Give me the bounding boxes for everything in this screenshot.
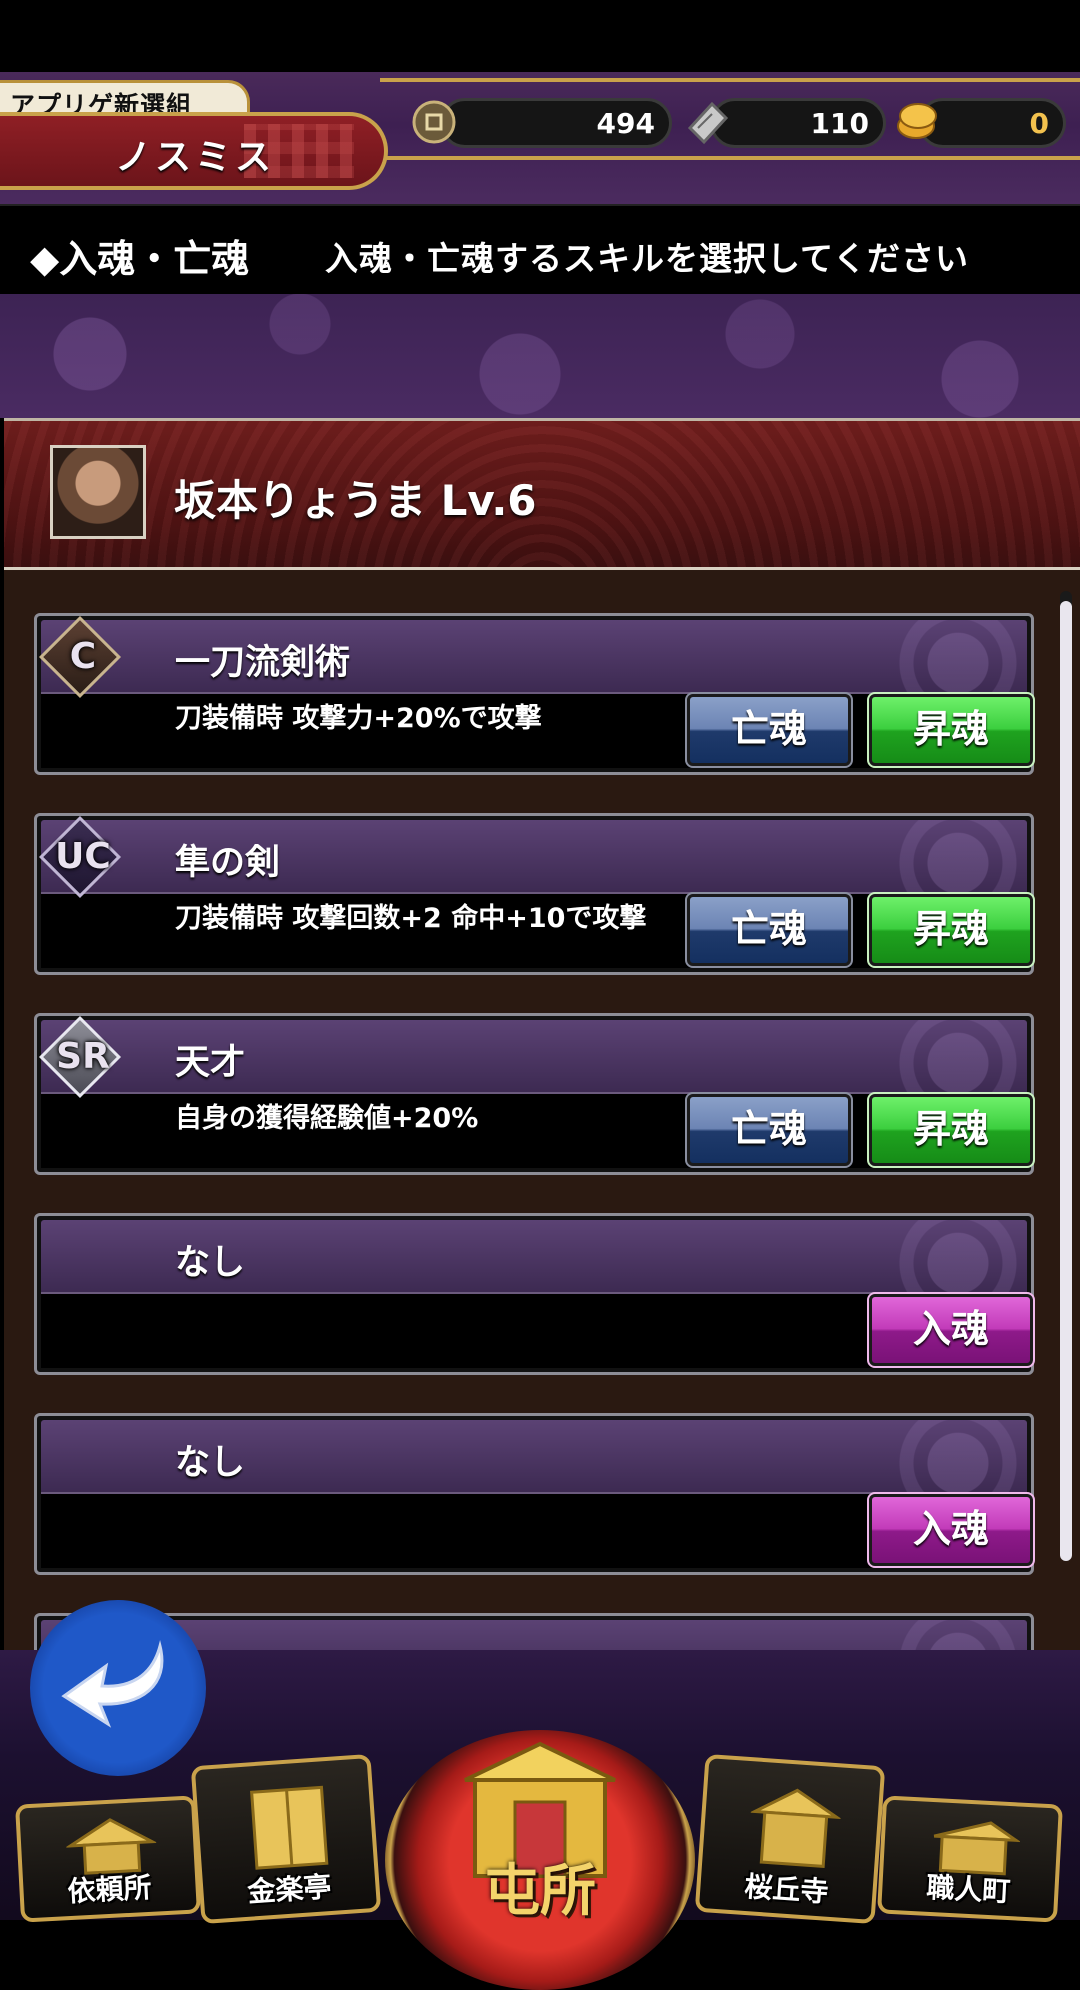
skill-list[interactable]: C 一刀流剣術 刀装備時 攻撃力+20%で攻撃 亡魂 昇魂 UC 隼の剣 刀装備… (4, 571, 1080, 1653)
currency-ticket: 110 (710, 98, 886, 148)
nav-label: 依頼所 (66, 1870, 153, 1909)
skill-slot[interactable]: SR 天才 自身の獲得経験値+20% 亡魂 昇魂 (34, 1013, 1035, 1175)
skill-description: 刀装備時 攻撃力+20%で攻撃 (175, 703, 542, 734)
temple-icon (749, 1788, 843, 1868)
soul-up-button[interactable]: 昇魂 (867, 1092, 1035, 1168)
sakura-background (0, 294, 1080, 418)
character-name: 坂本りょうま Lv.6 (174, 476, 537, 525)
skill-panel: 坂本りょうま Lv.6 C 一刀流剣術 刀装備時 攻撃力+20%で攻撃 亡魂 昇… (4, 418, 1080, 1653)
soul-enter-button[interactable]: 入魂 (867, 1292, 1035, 1368)
nav-request-office[interactable]: 依頼所 (15, 1795, 201, 1923)
nav-kinrakutei[interactable]: 金楽亭 (190, 1753, 382, 1925)
skill-slot[interactable]: UC 隼の剣 刀装備時 攻撃回数+2 命中+10で攻撃 亡魂 昇魂 (34, 813, 1035, 975)
rarity-label: SR (56, 1036, 110, 1077)
coin-icon (412, 100, 456, 144)
ticket-icon (687, 101, 729, 145)
instruction-banner: ◆入魂・亡魂 入魂・亡魂するスキルを選択してください (0, 204, 1080, 298)
soul-down-button[interactable]: 亡魂 (685, 692, 853, 768)
nav-label: 桜丘寺 (743, 1869, 830, 1909)
skill-slot-empty[interactable]: なし 入魂 (34, 1413, 1035, 1575)
scrollbar-thumb[interactable] (1060, 601, 1072, 1561)
soul-down-button[interactable]: 亡魂 (685, 892, 853, 968)
nav-label: 屯所 (484, 1858, 596, 1924)
skill-description: 刀装備時 攻撃回数+2 命中+10で攻撃 (175, 903, 647, 934)
skill-name: 隼の剣 (175, 843, 281, 883)
soul-up-button[interactable]: 昇魂 (867, 892, 1035, 968)
scrollbar[interactable] (1060, 591, 1072, 1561)
nav-headquarters[interactable]: 屯所 (385, 1690, 695, 1990)
back-arrow-icon (61, 1645, 164, 1728)
currency-value: 494 (596, 107, 655, 140)
soul-up-button[interactable]: 昇魂 (867, 692, 1035, 768)
nav-sakuragaoka-temple[interactable]: 桜丘寺 (694, 1753, 886, 1925)
rarity-badge: C (38, 615, 122, 699)
skill-description: 自身の獲得経験値+20% (175, 1103, 479, 1134)
character-header: 坂本りょうま Lv.6 (4, 421, 1080, 570)
currency-value: 110 (810, 107, 869, 140)
gold-koban-icon (897, 103, 937, 139)
rarity-badge: SR (38, 1015, 122, 1099)
door-icon (250, 1785, 329, 1870)
skill-name: なし (175, 1443, 246, 1483)
rarity-label: C (69, 636, 97, 677)
nav-craftsman-town[interactable]: 職人町 (877, 1795, 1063, 1923)
header-divider (380, 78, 1080, 82)
rarity-label: UC (55, 836, 111, 877)
currency-value: 0 (1029, 107, 1049, 140)
soul-enter-button[interactable]: 入魂 (867, 1492, 1035, 1568)
skill-name: 天才 (175, 1043, 246, 1083)
player-name: ノスミス (115, 137, 276, 178)
skill-name: なし (175, 1243, 246, 1283)
status-bar-area (0, 0, 1080, 72)
header-divider (380, 156, 1080, 160)
skill-slot[interactable]: C 一刀流剣術 刀装備時 攻撃力+20%で攻撃 亡魂 昇魂 (34, 613, 1035, 775)
skill-name: 一刀流剣術 (175, 643, 351, 683)
back-button[interactable] (30, 1600, 206, 1776)
banner-title: ◆入魂・亡魂 (30, 237, 250, 281)
nav-label: 職人町 (925, 1870, 1012, 1909)
banner-instruction: 入魂・亡魂するスキルを選択してください (325, 239, 970, 278)
skill-slot-empty[interactable]: なし 入魂 (34, 1213, 1035, 1375)
character-portrait[interactable] (50, 445, 146, 539)
nav-label: 金楽亭 (246, 1869, 333, 1909)
soul-down-button[interactable]: 亡魂 (685, 1092, 853, 1168)
currency-coin: 494 (440, 98, 672, 148)
rarity-badge: UC (38, 815, 122, 899)
